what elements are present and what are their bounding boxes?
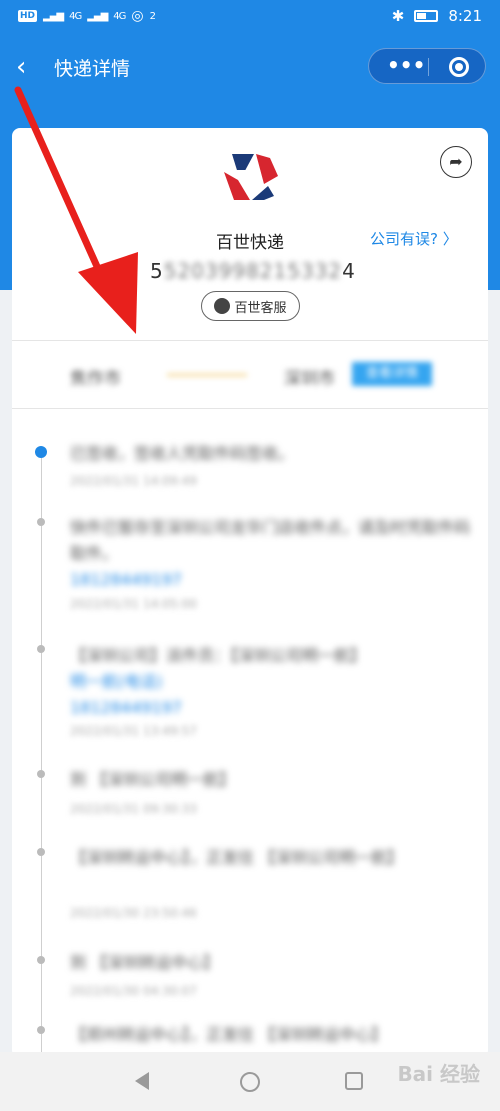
timeline-phone-link[interactable]: 18128449197 (70, 570, 182, 589)
status-left: HD ▂▄▆ 4G ▂▄▆ 4G ◎ 2 (18, 8, 156, 24)
more-icon[interactable]: ••• (387, 53, 425, 77)
navigation-bar: ‹ 快递详情 ••• (0, 42, 500, 92)
timeline-dot (37, 770, 45, 778)
share-icon[interactable]: ➦ (440, 146, 472, 178)
status-bar: HD ▂▄▆ 4G ▂▄▆ 4G ◎ 2 ✱ 8:21 (0, 0, 500, 34)
timeline-event-body: 【深圳公司】派件员：【深圳公司明一航】 (70, 646, 367, 665)
status-right: ✱ 8:21 (392, 7, 482, 25)
timeline-event-text: 快件已暂存至深圳公司龙华门店收件点，请及时凭取件码取件。 18128449197 (70, 515, 470, 593)
route-from: 焦作市 (70, 369, 121, 389)
route-arrow (167, 374, 247, 376)
service-avatar-icon (214, 298, 231, 314)
timeline-dot (37, 956, 45, 964)
timeline-event-time: 2022/01/30 23:50:46 (70, 906, 197, 920)
clock: 8:21 (448, 7, 482, 25)
system-back-icon[interactable] (135, 1072, 149, 1090)
timeline-dot (37, 848, 45, 856)
timeline-event-time: 2022/01/30 04:30:07 (70, 984, 197, 998)
route-detail-button[interactable]: 查看详情 (352, 362, 432, 386)
customer-service-button[interactable]: 百世客服 (201, 291, 300, 321)
chevron-right-icon: 〉 (442, 230, 458, 248)
system-recent-icon[interactable] (345, 1072, 363, 1090)
timeline-line (41, 450, 42, 1055)
timeline-event-text: 【深圳转运中心】，正发往 【深圳公司明一航】 (70, 848, 404, 867)
tracking-masked: 5203998215332 (163, 259, 343, 283)
route-to: 深圳市 (284, 369, 335, 389)
signal-icon-2: ▂▄▆ (87, 10, 108, 22)
timeline-dot (37, 1026, 45, 1034)
timeline-event-text: 【深圳公司】派件员：【深圳公司明一航】 明一航(电话) 18128449197 (70, 643, 470, 721)
route-summary: 焦作市 深圳市 查看详情 (12, 342, 488, 406)
watermark: Bai 经验 (397, 1062, 480, 1086)
timeline-event-time: 2022/01/31 14:05:00 (70, 597, 197, 611)
page-title: 快递详情 (54, 58, 131, 80)
timeline-event-text: 到 【深圳公司明一航】 (70, 770, 236, 789)
capsule-divider (428, 58, 429, 76)
close-miniprogram-icon[interactable] (449, 57, 469, 77)
timeline-event-body: 快件已暂存至深圳公司龙华门店收件点，请及时凭取件码取件。 (70, 518, 471, 563)
timeline-event-text: 【郑州转运中心】，正发往 【深圳转运中心】 (70, 1025, 388, 1044)
divider (12, 340, 488, 341)
network-label-1: 4G (69, 10, 82, 22)
service-label: 百世客服 (234, 300, 287, 316)
timeline-event-time: 2022/01/31 13:49:57 (70, 724, 197, 738)
timeline-dot-active (35, 446, 47, 458)
company-logo (224, 154, 278, 200)
timeline-event-time: 2022/01/31 14:09:49 (70, 474, 197, 488)
timeline-event-time: 2022/01/31 09:30:33 (70, 802, 197, 816)
timeline-phone-link[interactable]: 18128449197 (70, 698, 182, 717)
company-wrong-label: 公司有误? (370, 230, 438, 248)
signal-icon: ▂▄▆ (43, 10, 64, 22)
system-home-icon[interactable] (240, 1072, 260, 1092)
tracking-number: 552039982153324 (150, 259, 356, 283)
bluetooth-icon: ✱ (391, 7, 405, 25)
hd-badge: HD (18, 10, 38, 22)
wifi-icon: ◎ (131, 8, 144, 24)
company-wrong-link[interactable]: 公司有误? 〉 (370, 228, 458, 249)
timeline-dot (37, 645, 45, 653)
wifi-label: 2 (149, 10, 156, 22)
battery-icon (414, 10, 439, 22)
timeline-dot (37, 518, 45, 526)
timeline-event-text: 已签收，签收人凭取件码签收。 (70, 444, 295, 463)
network-label-2: 4G (113, 10, 126, 22)
timeline-courier-link[interactable]: 明一航(电话) (70, 672, 163, 691)
miniprogram-capsule: ••• (368, 48, 486, 84)
divider (12, 408, 488, 409)
tracking-prefix: 5 (150, 259, 164, 283)
chevron-left-icon[interactable]: ‹ (16, 52, 26, 82)
timeline-event-text: 到 【深圳转运中心】 (70, 953, 220, 972)
tracking-suffix: 4 (342, 259, 356, 283)
